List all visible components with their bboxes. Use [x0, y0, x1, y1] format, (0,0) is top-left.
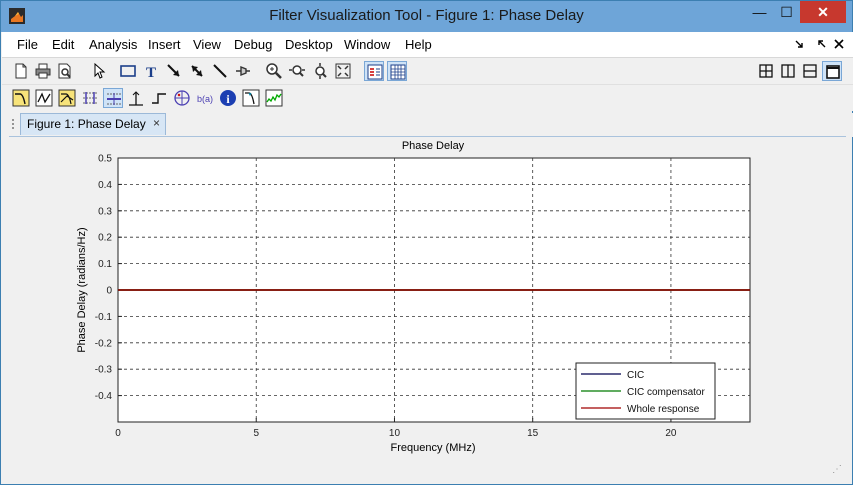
magnitude-estimate-icon[interactable] — [241, 88, 261, 108]
phase-delay-plot[interactable]: Phase Delay 0 5 10 15 20 -0.4 -0.3 -0.2 -0.1 0 0.1… — [9, 137, 846, 479]
menu-file[interactable]: File — [17, 37, 38, 52]
y-tick-label: 0.3 — [98, 206, 112, 217]
menu-desktop[interactable]: Desktop — [285, 37, 333, 52]
edit-plot-arrow-icon[interactable] — [89, 61, 109, 81]
tile-grid-icon[interactable] — [756, 61, 776, 81]
print-icon[interactable] — [33, 61, 53, 81]
legend-label: CIC compensator — [627, 387, 705, 398]
zoom-x-icon[interactable] — [287, 61, 307, 81]
menu-analysis[interactable]: Analysis — [89, 37, 137, 52]
grid-toggle-icon[interactable] — [387, 61, 407, 81]
legend-label: Whole response — [627, 404, 700, 415]
impulse-response-icon[interactable] — [126, 88, 146, 108]
legend-label: CIC — [627, 370, 644, 381]
menu-bar: File Edit Analysis Insert View Debug Des… — [2, 32, 853, 58]
menu-view[interactable]: View — [193, 37, 221, 52]
maximize-button[interactable]: ☐ — [773, 1, 800, 23]
magnitude-response-icon[interactable] — [11, 88, 31, 108]
figure-toolbar: T — [2, 58, 853, 85]
undock-arrow-icon[interactable] — [794, 39, 804, 49]
menu-edit[interactable]: Edit — [52, 37, 74, 52]
group-delay-icon[interactable] — [80, 88, 100, 108]
menu-help[interactable]: Help — [405, 37, 432, 52]
figure-tab-strip: Figure 1: Phase Delay × — [2, 113, 853, 137]
menu-debug[interactable]: Debug — [234, 37, 272, 52]
window-title: Filter Visualization Tool - Figure 1: Ph… — [269, 7, 584, 24]
fit-view-icon[interactable] — [333, 61, 353, 81]
y-tick-label: 0.5 — [98, 154, 112, 165]
tab-close-button[interactable]: × — [153, 116, 160, 130]
resize-grip-icon[interactable]: ⋰ — [832, 464, 842, 475]
x-tick-label: 5 — [253, 428, 259, 439]
y-tick-label: 0.1 — [98, 259, 112, 270]
y-tick-label: -0.4 — [95, 391, 113, 402]
figure-area: Phase Delay 0 5 10 15 20 -0.4 -0.3 -0.2 -0.1 0 0.1… — [9, 136, 846, 479]
insert-arrow-icon[interactable] — [164, 61, 184, 81]
filter-coefficients-icon[interactable]: b(a) — [195, 88, 215, 108]
drag-handle-icon[interactable] — [10, 117, 16, 131]
application-window: Filter Visualization Tool - Figure 1: Ph… — [0, 0, 853, 485]
minimize-button[interactable]: — — [746, 1, 773, 23]
svg-text:T: T — [146, 65, 156, 81]
legend[interactable]: CIC CIC compensator Whole response — [575, 362, 716, 420]
close-button[interactable]: ✕ — [800, 1, 846, 23]
x-tick-label: 0 — [115, 428, 121, 439]
insert-line-icon[interactable] — [210, 61, 230, 81]
chart-title: Phase Delay — [402, 140, 465, 152]
print-preview-icon[interactable] — [55, 61, 75, 81]
dock-arrow-icon[interactable] — [817, 39, 827, 49]
y-tick-label: 0.4 — [98, 180, 112, 191]
phase-delay-icon[interactable] — [103, 88, 123, 108]
tile-left-right-icon[interactable] — [778, 61, 798, 81]
menu-window[interactable]: Window — [344, 37, 390, 52]
insert-text-icon[interactable]: T — [141, 61, 161, 81]
x-tick-label: 15 — [527, 428, 539, 439]
y-tick-label: -0.1 — [95, 312, 113, 323]
title-bar[interactable]: Filter Visualization Tool - Figure 1: Ph… — [1, 1, 852, 32]
pole-zero-icon[interactable] — [172, 88, 192, 108]
y-axis-label: Phase Delay (radians/Hz) — [76, 227, 88, 352]
x-tick-label: 10 — [389, 428, 401, 439]
legend-toggle-icon[interactable] — [364, 61, 384, 81]
y-tick-label: 0.2 — [98, 233, 112, 244]
phase-response-icon[interactable] — [34, 88, 54, 108]
y-tick-label: -0.2 — [95, 338, 113, 349]
magnitude-phase-icon[interactable] — [57, 88, 77, 108]
y-tick-label: 0 — [106, 286, 112, 297]
insert-double-arrow-icon[interactable] — [187, 61, 207, 81]
insert-rectangle-icon[interactable] — [118, 61, 138, 81]
new-figure-icon[interactable] — [11, 61, 31, 81]
maximize-single-icon[interactable] — [822, 61, 842, 81]
tab-label: Figure 1: Phase Delay — [27, 117, 146, 131]
pin-icon[interactable] — [233, 61, 253, 81]
round-off-noise-icon[interactable] — [264, 88, 284, 108]
zoom-y-icon[interactable] — [310, 61, 330, 81]
svg-text:b(a): b(a) — [197, 94, 213, 104]
step-response-icon[interactable] — [149, 88, 169, 108]
close-small-icon[interactable] — [834, 39, 844, 49]
tile-top-bottom-icon[interactable] — [800, 61, 820, 81]
tab-figure-1[interactable]: Figure 1: Phase Delay × — [20, 113, 166, 135]
menu-insert[interactable]: Insert — [148, 37, 181, 52]
filter-info-icon[interactable]: i — [218, 88, 238, 108]
zoom-in-icon[interactable] — [264, 61, 284, 81]
y-tick-label: -0.3 — [95, 365, 113, 376]
x-axis-label: Frequency (MHz) — [391, 442, 476, 454]
x-tick-label: 20 — [665, 428, 677, 439]
analysis-toolbar: b(a) i — [2, 85, 853, 111]
